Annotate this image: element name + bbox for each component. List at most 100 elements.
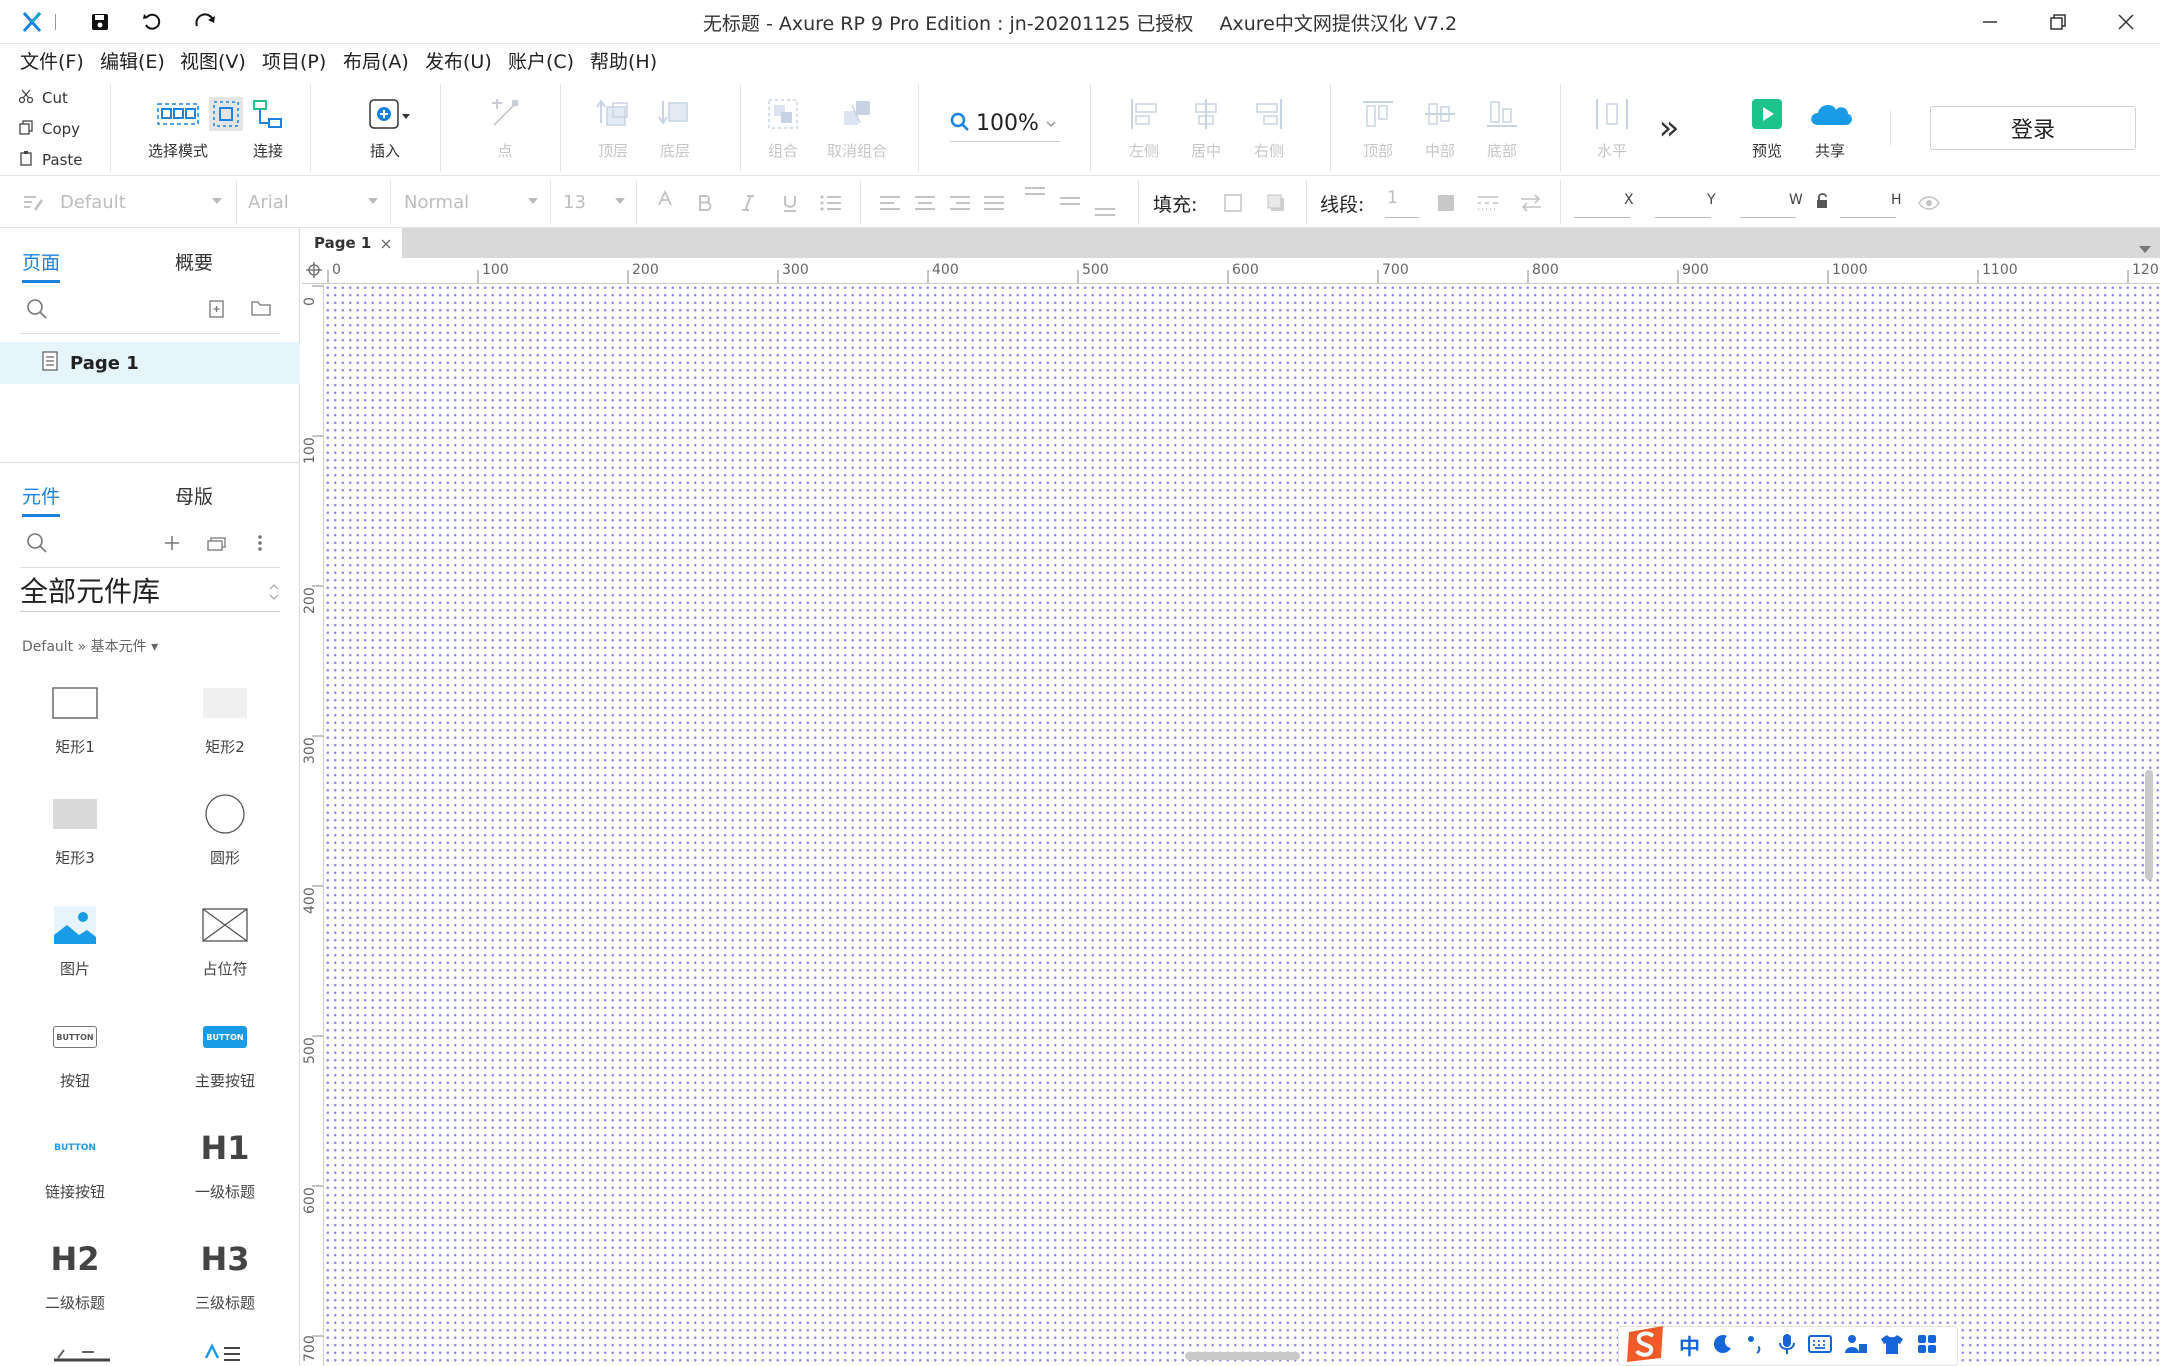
moon-icon[interactable]	[1712, 1333, 1734, 1359]
widget-heading-2[interactable]: H2 二级标题	[0, 1228, 150, 1338]
align-text-left-icon[interactable]	[877, 190, 903, 216]
align-right-button[interactable]: 右侧	[1223, 92, 1315, 172]
style-select[interactable]: Default	[60, 186, 222, 218]
align-bottom-button[interactable]: 底部	[1456, 92, 1548, 172]
redo-icon[interactable]	[188, 8, 224, 36]
add-library-icon[interactable]	[163, 534, 181, 556]
microphone-icon[interactable]	[1778, 1333, 1796, 1359]
menu-publish[interactable]: 发布(U)	[425, 49, 492, 75]
tab-pages[interactable]: 页面	[22, 248, 61, 283]
punctuation-icon[interactable]	[1746, 1333, 1766, 1359]
point-button[interactable]: 点	[460, 92, 550, 172]
bold-icon[interactable]	[692, 190, 718, 216]
vertical-scrollbar[interactable]	[2145, 770, 2153, 880]
widget-text-partial[interactable]	[30, 1340, 150, 1366]
sogou-logo-icon[interactable]	[1625, 1324, 1667, 1366]
undo-icon[interactable]	[134, 8, 170, 36]
eye-icon[interactable]	[1916, 190, 1942, 216]
insert-button[interactable]: 插入	[340, 92, 430, 172]
close-icon[interactable]	[380, 236, 392, 254]
minimize-button[interactable]	[1956, 0, 2024, 44]
font-weight-select[interactable]: Normal	[404, 186, 538, 218]
tab-page-1[interactable]: Page 1	[302, 228, 402, 258]
menu-help[interactable]: 帮助(H)	[590, 49, 657, 75]
ime-language-toggle[interactable]: 中	[1679, 1331, 1700, 1361]
stroke-width-input[interactable]: 1	[1385, 188, 1419, 218]
valign-bottom-icon[interactable]	[1092, 196, 1118, 222]
cut-button[interactable]: Cut	[18, 84, 68, 112]
widget-rectangle-2[interactable]: 矩形2	[150, 672, 300, 782]
widget-primary-button[interactable]: BUTTON 主要按钮	[150, 1006, 300, 1116]
font-color-icon[interactable]	[652, 186, 678, 212]
library-stack-icon[interactable]	[206, 534, 228, 556]
lock-aspect-icon[interactable]	[1810, 188, 1836, 214]
menu-project[interactable]: 项目(P)	[262, 49, 326, 75]
toolbox-grid-icon[interactable]	[1916, 1333, 1938, 1359]
bullet-list-icon[interactable]	[818, 190, 844, 216]
y-input[interactable]	[1655, 188, 1711, 218]
x-input[interactable]	[1574, 188, 1630, 218]
user-center-icon[interactable]	[1844, 1333, 1868, 1359]
paste-button[interactable]: Paste	[18, 146, 83, 174]
more-options-icon[interactable]	[257, 534, 263, 556]
library-select[interactable]: 全部元件库	[20, 570, 280, 612]
widget-rectangle-3[interactable]: 矩形3	[0, 783, 150, 893]
h-input[interactable]	[1840, 188, 1896, 218]
w-input[interactable]	[1740, 188, 1796, 218]
login-button[interactable]: 登录	[1930, 106, 2136, 150]
widget-heading-1[interactable]: H1 一级标题	[150, 1117, 300, 1227]
search-icon[interactable]	[26, 532, 48, 558]
search-icon[interactable]	[26, 298, 48, 324]
align-text-justify-icon[interactable]	[981, 190, 1007, 216]
menu-file[interactable]: 文件(F)	[20, 49, 84, 75]
menu-account[interactable]: 账户(C)	[508, 49, 574, 75]
valign-top-icon[interactable]	[1022, 182, 1048, 208]
horizontal-scrollbar[interactable]	[1185, 1352, 1300, 1360]
send-to-back-button[interactable]: 底层	[630, 92, 720, 172]
underline-icon[interactable]	[777, 190, 803, 216]
tab-masters[interactable]: 母版	[175, 482, 213, 509]
tab-outline[interactable]: 概要	[175, 248, 213, 275]
add-page-icon[interactable]	[208, 300, 226, 322]
share-button[interactable]: 共享	[1785, 92, 1875, 172]
design-canvas[interactable]	[324, 284, 2160, 1366]
copy-button[interactable]: Copy	[18, 115, 80, 143]
stroke-pattern-icon[interactable]	[1475, 190, 1501, 216]
font-size-select[interactable]: 13	[563, 186, 625, 218]
valign-middle-icon[interactable]	[1057, 189, 1083, 215]
align-text-center-icon[interactable]	[912, 190, 938, 216]
save-icon[interactable]	[82, 8, 118, 36]
widget-link-button[interactable]: BUTTON 链接按钮	[0, 1117, 150, 1227]
page-list-item[interactable]: Page 1	[0, 342, 300, 384]
tab-list-dropdown-icon[interactable]	[2138, 239, 2152, 258]
arrow-style-icon[interactable]	[1518, 190, 1544, 216]
ungroup-button[interactable]: 取消组合	[812, 92, 902, 172]
widget-text-paragraph-partial[interactable]	[200, 1338, 250, 1366]
skin-shirt-icon[interactable]	[1880, 1333, 1904, 1359]
widget-button[interactable]: BUTTON 按钮	[0, 1006, 150, 1116]
fill-color-swatch[interactable]	[1220, 190, 1246, 216]
widget-circle[interactable]: 圆形	[150, 783, 300, 893]
widget-rectangle-1[interactable]: 矩形1	[0, 672, 150, 782]
menu-edit[interactable]: 编辑(E)	[100, 49, 165, 75]
shadow-icon[interactable]	[1263, 190, 1289, 216]
style-format-icon[interactable]	[20, 190, 46, 216]
menu-arrange[interactable]: 布局(A)	[343, 49, 409, 75]
stroke-color-swatch[interactable]	[1433, 190, 1459, 216]
widget-image[interactable]: 图片	[0, 894, 150, 1004]
align-text-right-icon[interactable]	[947, 190, 973, 216]
menu-view[interactable]: 视图(V)	[180, 49, 246, 75]
zoom-select[interactable]: 100%	[950, 106, 1060, 142]
tab-widgets[interactable]: 元件	[22, 482, 61, 517]
connect-button[interactable]: 连接	[223, 92, 313, 172]
close-button[interactable]	[2092, 0, 2160, 44]
add-folder-icon[interactable]	[250, 299, 272, 321]
restore-button[interactable]	[2024, 0, 2092, 44]
library-breadcrumb[interactable]: Default » 基本元件 ▾	[22, 636, 158, 656]
more-tools-button[interactable]: »	[1624, 108, 1714, 148]
widget-placeholder[interactable]: 占位符	[150, 894, 300, 1004]
widget-heading-3[interactable]: H3 三级标题	[150, 1228, 300, 1338]
italic-icon[interactable]	[735, 190, 761, 216]
font-family-select[interactable]: Arial	[248, 186, 378, 218]
keyboard-icon[interactable]	[1808, 1334, 1832, 1358]
